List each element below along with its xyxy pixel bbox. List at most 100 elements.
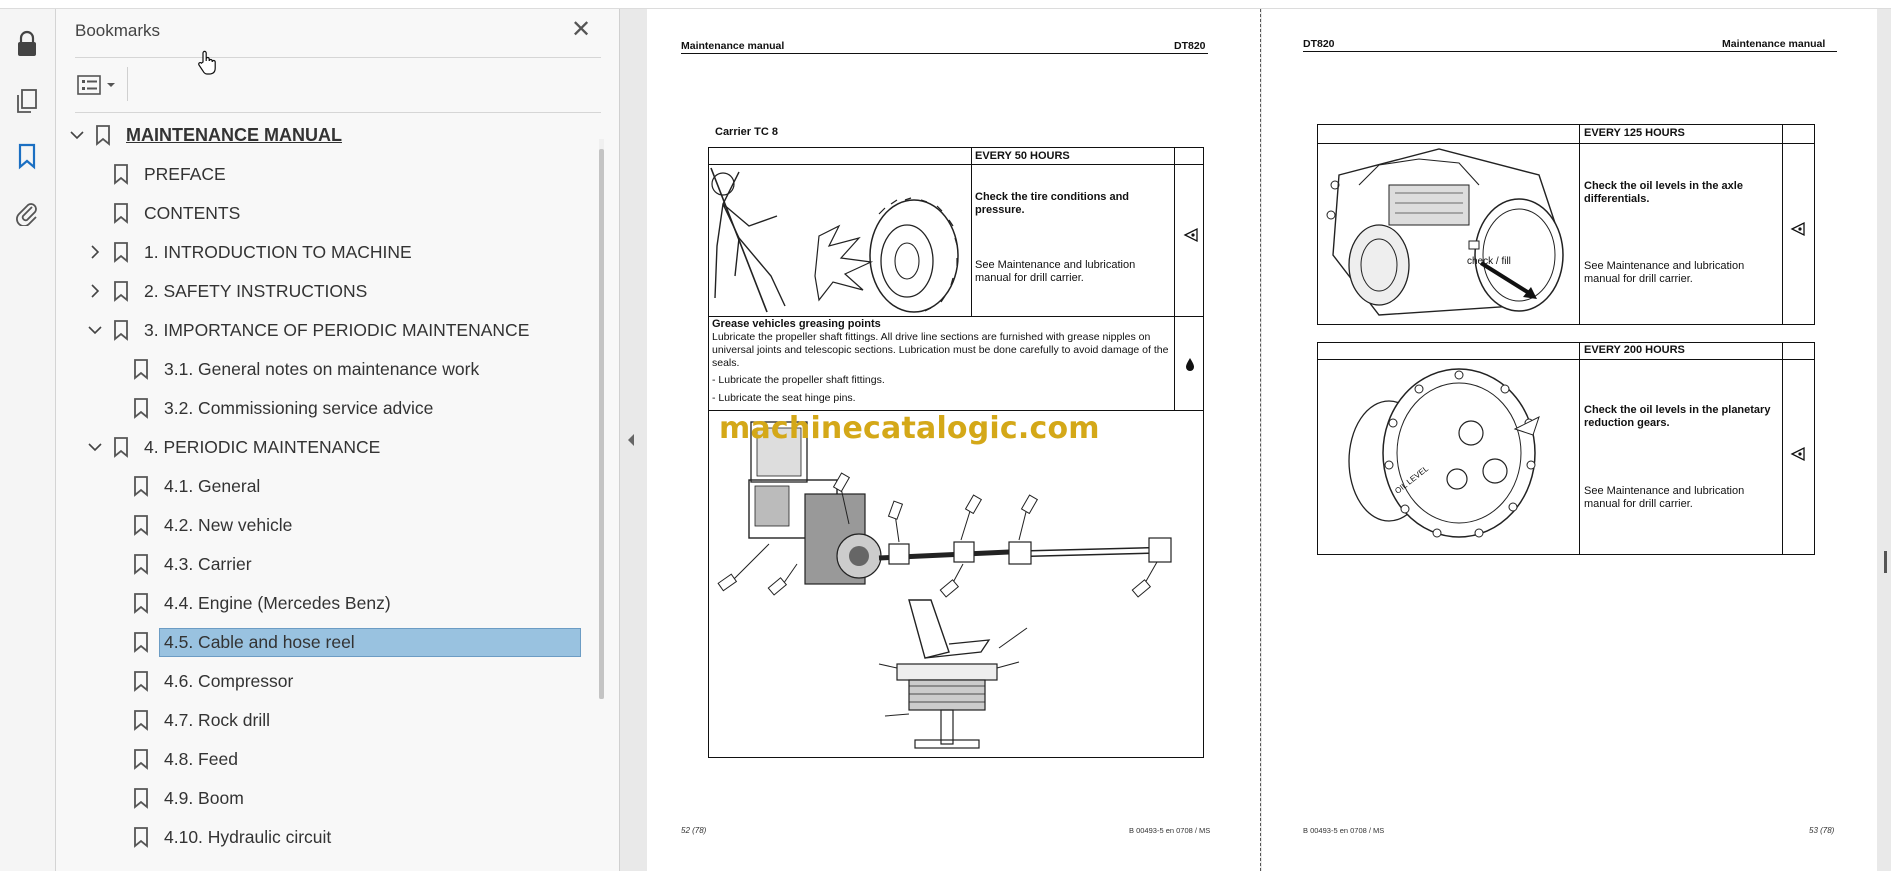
bookmark-item[interactable]: 4. PERIODIC MAINTENANCE	[86, 430, 380, 464]
tire-warning-illustration	[710, 167, 959, 313]
interval-label: EVERY 50 HOURS	[975, 150, 1070, 162]
bookmark-icon	[94, 124, 112, 146]
check-instruction: Check the oil levels in the axle differe…	[1584, 180, 1743, 205]
inspect-symbol-icon	[1790, 221, 1805, 237]
divider	[127, 67, 128, 101]
bookmark-label: 4.4. Engine (Mercedes Benz)	[164, 592, 391, 613]
inspect-symbol-icon	[1790, 446, 1805, 462]
document-code: B 00493-5 en 0708 / MS	[1129, 826, 1211, 835]
pages-icon[interactable]	[10, 84, 44, 118]
watermark-text: machinecatalogic.com	[719, 411, 1100, 446]
bookmark-tree: MAINTENANCE MANUAL PREFACE CONTENTS 1. INTR…	[56, 116, 601, 871]
chevron-down-icon[interactable]	[86, 321, 104, 339]
bookmark-icon	[132, 475, 150, 497]
interval-label: EVERY 200 HOURS	[1584, 344, 1685, 356]
grease-step: - Lubricate the propeller shaft fittings…	[712, 374, 885, 386]
page-number: 53 (78)	[1809, 826, 1835, 835]
bookmark-item[interactable]: 3. IMPORTANCE OF PERIODIC MAINTENANCE	[86, 313, 529, 347]
bookmark-item[interactable]: 4.4. Engine (Mercedes Benz)	[106, 586, 391, 620]
table-rule	[1782, 124, 1783, 325]
bookmark-label: 2. SAFETY INSTRUCTIONS	[144, 280, 368, 301]
document-scrollbar[interactable]	[1877, 9, 1891, 871]
bookmark-icon	[112, 241, 130, 263]
scrollbar-thumb[interactable]	[599, 149, 604, 699]
bookmark-item[interactable]: 1. INTRODUCTION TO MACHINE	[86, 235, 412, 269]
page-header-left: Maintenance manual	[681, 40, 785, 52]
callout-label: check / fill	[1467, 256, 1511, 267]
bookmark-label: 3. IMPORTANCE OF PERIODIC MAINTENANCE	[144, 319, 530, 340]
bookmark-item[interactable]: CONTENTS	[86, 196, 240, 230]
table-rule	[1579, 124, 1580, 325]
table-rule	[971, 147, 972, 316]
close-icon[interactable]: ✕	[570, 18, 592, 42]
bookmark-label: 4. PERIODIC MAINTENANCE	[144, 436, 381, 457]
table-rule	[708, 316, 1204, 317]
bookmarks-scrollbar[interactable]	[599, 139, 604, 699]
bookmark-label: 4.7. Rock drill	[164, 709, 271, 730]
table-rule	[1317, 143, 1815, 144]
bookmark-item[interactable]: 4.2. New vehicle	[106, 508, 292, 542]
bookmark-item[interactable]: 4.8. Feed	[106, 742, 238, 776]
document-page-53: DT820 Maintenance manual EVERY 125 HOURS…	[1262, 9, 1877, 871]
greasing-points-illustration	[717, 421, 1172, 749]
reference-note: See Maintenance and lubrication manual f…	[1584, 260, 1745, 285]
chevron-down-icon[interactable]	[86, 438, 104, 456]
chevron-right-icon[interactable]	[86, 282, 104, 300]
attachment-icon[interactable]	[10, 195, 44, 229]
bookmark-icon	[132, 631, 150, 653]
check-instruction: Check the tire conditions and pressure.	[975, 191, 1130, 216]
bookmark-label: CONTENTS	[144, 202, 241, 223]
bookmark-item[interactable]: 4.6. Compressor	[106, 664, 293, 698]
bookmark-icon	[132, 514, 150, 536]
bookmark-item[interactable]: PREFACE	[86, 157, 226, 191]
title-bar-strip	[0, 0, 1891, 9]
collapse-panel-button[interactable]	[620, 420, 642, 460]
bookmark-item[interactable]: 4.7. Rock drill	[106, 703, 270, 737]
bookmark-item[interactable]: 4.10. Hydraulic circuit	[106, 820, 331, 854]
bookmark-label: 4.8. Feed	[164, 748, 238, 769]
interval-label: EVERY 125 HOURS	[1584, 127, 1685, 139]
bookmark-item[interactable]: 3.2. Commissioning service advice	[106, 391, 433, 425]
bookmark-label: MAINTENANCE MANUAL	[126, 124, 342, 145]
bookmark-icon[interactable]	[10, 139, 44, 173]
bookmark-item[interactable]: 4.9. Boom	[106, 781, 244, 815]
grease-step: - Lubricate the seat hinge pins.	[712, 392, 856, 404]
bookmark-icon	[132, 553, 150, 575]
bookmark-icon	[132, 826, 150, 848]
bookmark-label: 4.2. New vehicle	[164, 514, 293, 535]
bookmark-options-button[interactable]	[76, 71, 124, 99]
section-title: Carrier TC 8	[715, 126, 778, 138]
page-header-right: Maintenance manual	[1722, 38, 1826, 50]
bookmark-icon	[112, 319, 130, 341]
divider	[75, 57, 601, 58]
bookmark-item[interactable]: MAINTENANCE MANUAL	[68, 118, 342, 152]
check-instruction: Check the oil levels in the planetary re…	[1584, 404, 1771, 429]
bookmark-icon	[132, 748, 150, 770]
scrollbar-thumb[interactable]	[1884, 551, 1887, 573]
bookmark-item[interactable]: 4.3. Carrier	[106, 547, 252, 581]
bookmark-icon	[132, 358, 150, 380]
table-rule	[1317, 359, 1815, 360]
table-rule	[708, 164, 1204, 165]
chevron-right-icon[interactable]	[86, 243, 104, 261]
bookmark-icon	[112, 436, 130, 458]
header-rule	[1303, 51, 1837, 52]
bookmark-label: 4.9. Boom	[164, 787, 244, 808]
bookmark-icon	[132, 592, 150, 614]
chevron-down-icon[interactable]	[68, 126, 86, 144]
bookmark-item[interactable]: 3.1. General notes on maintenance work	[106, 352, 479, 386]
bookmark-label: 4.5. Cable and hose reel	[159, 627, 581, 657]
lock-icon[interactable]	[10, 27, 44, 61]
bookmark-item[interactable]: 4.1. General	[106, 469, 260, 503]
bookmark-item[interactable]: 2. SAFETY INSTRUCTIONS	[86, 274, 367, 308]
bookmark-item[interactable]: 4.5. Cable and hose reel	[106, 625, 581, 659]
bookmark-label: 4.6. Compressor	[164, 670, 294, 691]
